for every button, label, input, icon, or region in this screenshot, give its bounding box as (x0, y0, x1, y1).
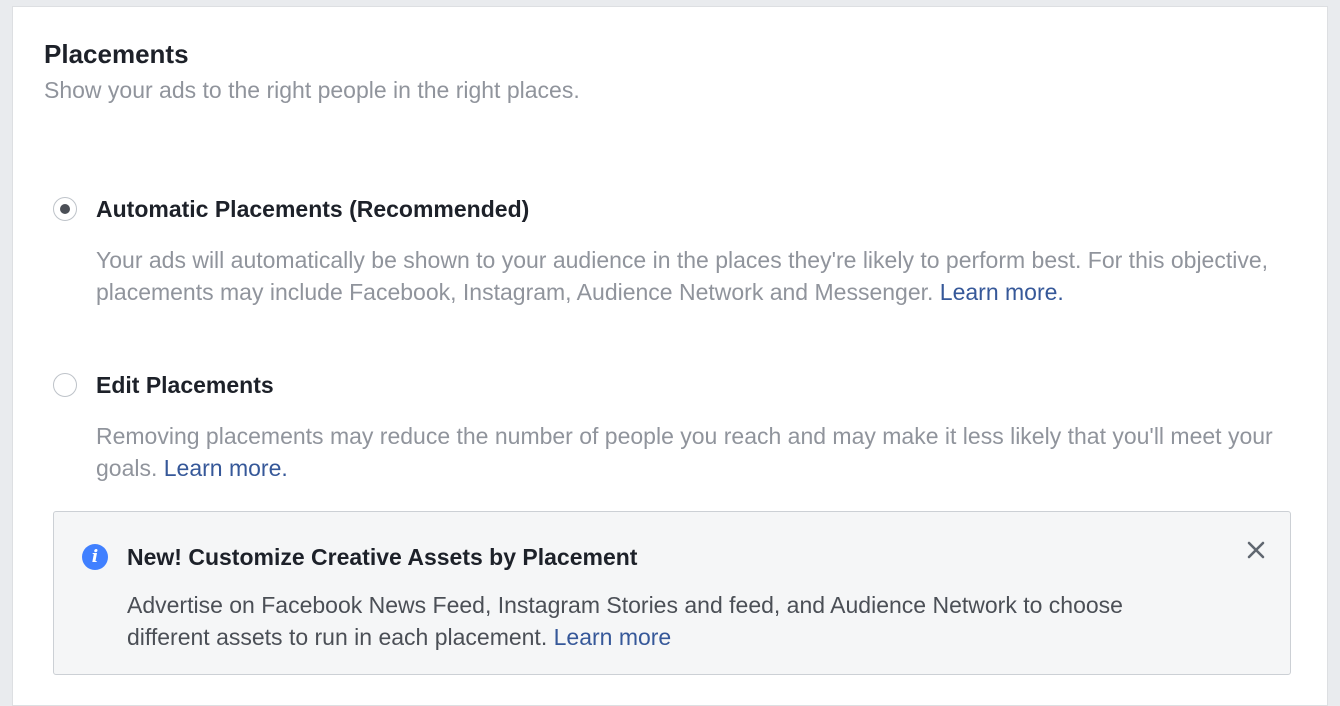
placements-panel: Placements Show your ads to the right pe… (12, 6, 1328, 706)
notice-title: New! Customize Creative Assets by Placem… (127, 544, 638, 570)
automatic-placements-description: Your ads will automatically be shown to … (96, 244, 1276, 308)
close-icon[interactable] (1244, 538, 1268, 562)
info-icon: i (82, 544, 108, 570)
edit-placements-label[interactable]: Edit Placements (96, 372, 274, 399)
edit-placements-radio[interactable] (53, 373, 77, 397)
edit-placements-description: Removing placements may reduce the numbe… (96, 420, 1276, 484)
notice-body: Advertise on Facebook News Feed, Instagr… (127, 589, 1187, 653)
automatic-placements-description-text: Your ads will automatically be shown to … (96, 247, 1269, 305)
automatic-placements-label[interactable]: Automatic Placements (Recommended) (96, 196, 529, 223)
section-subtitle: Show your ads to the right people in the… (44, 77, 580, 103)
radio-selected-dot (60, 204, 70, 214)
customize-assets-notice: i New! Customize Creative Assets by Plac… (53, 511, 1291, 675)
automatic-placements-learn-more-link[interactable]: Learn more. (940, 279, 1064, 305)
automatic-placements-radio[interactable] (53, 197, 77, 221)
edit-placements-learn-more-link[interactable]: Learn more. (164, 455, 288, 481)
section-title: Placements (44, 39, 189, 69)
notice-learn-more-link[interactable]: Learn more (554, 624, 672, 650)
